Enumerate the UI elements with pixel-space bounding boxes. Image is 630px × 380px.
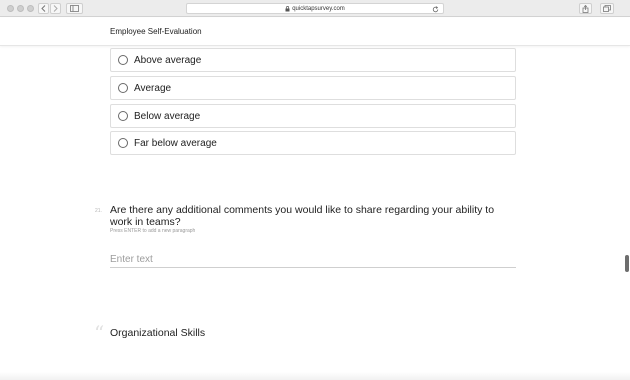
option-average[interactable]: Average (110, 76, 516, 100)
address-bar[interactable]: quicktapsurvey.com (186, 3, 444, 14)
tabs-icon (603, 5, 611, 12)
url-text: quicktapsurvey.com (292, 5, 345, 12)
option-below-average[interactable]: Below average (110, 104, 516, 128)
chevron-right-icon (53, 5, 58, 12)
radio-button[interactable] (118, 138, 128, 148)
sidebar-toggle-button[interactable] (66, 3, 83, 14)
option-above-average[interactable]: Above average (110, 48, 516, 72)
show-tabs-button[interactable] (600, 3, 614, 14)
chevron-left-icon (41, 5, 46, 12)
option-label: Far below average (134, 137, 217, 149)
back-button[interactable] (38, 3, 49, 14)
quote-icon: “ (94, 321, 105, 345)
forward-button[interactable] (50, 3, 61, 14)
question-text: Are there any additional comments you wo… (110, 204, 495, 228)
radio-button[interactable] (118, 111, 128, 121)
option-label: Above average (134, 54, 202, 66)
comments-input[interactable] (110, 252, 516, 268)
option-label: Average (134, 82, 172, 94)
app-header: Employee Self-Evaluation (0, 18, 630, 46)
radio-button[interactable] (118, 83, 128, 93)
page-title: Employee Self-Evaluation (110, 27, 202, 36)
browser-toolbar: quicktapsurvey.com (0, 0, 630, 17)
close-window-button[interactable] (7, 5, 14, 12)
scrollbar-thumb[interactable] (625, 255, 629, 272)
lock-icon (285, 5, 290, 11)
sidebar-icon (70, 5, 79, 12)
share-button[interactable] (579, 3, 592, 14)
reload-icon[interactable] (432, 6, 439, 13)
question-hint: Press ENTER to add a new paragraph (110, 228, 196, 234)
minimize-window-button[interactable] (17, 5, 24, 12)
question-number: 21. (95, 208, 102, 214)
share-icon (582, 4, 589, 13)
section-title: Organizational Skills (110, 327, 206, 339)
radio-button[interactable] (118, 55, 128, 65)
option-far-below-average[interactable]: Far below average (110, 131, 516, 155)
page-bottom-edge (0, 372, 630, 380)
maximize-window-button[interactable] (27, 5, 34, 12)
option-label: Below average (134, 110, 201, 122)
